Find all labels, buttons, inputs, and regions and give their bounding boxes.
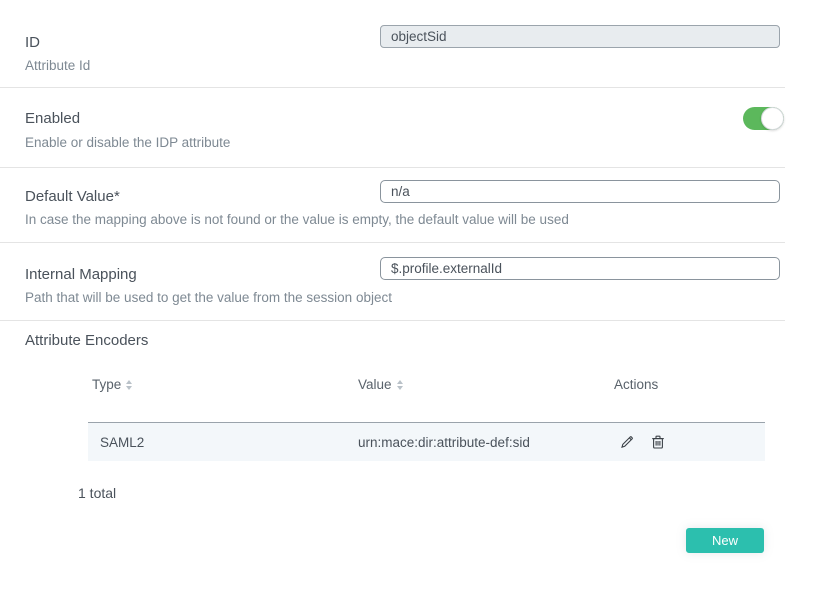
default-value-input[interactable]: [380, 180, 780, 203]
table-row: SAML2 urn:mace:dir:attribute-def:sid: [88, 422, 765, 461]
enabled-field-label: Enabled: [25, 110, 80, 127]
delete-icon[interactable]: [649, 433, 667, 451]
divider: [0, 242, 785, 243]
divider: [0, 87, 785, 88]
edit-icon[interactable]: [618, 433, 636, 451]
total-count: 1 total: [78, 485, 116, 501]
default-value-field-label: Default Value*: [25, 188, 120, 205]
toggle-knob: [761, 107, 784, 130]
column-header-type[interactable]: Type: [92, 377, 132, 392]
id-field-label: ID: [25, 34, 40, 51]
attribute-encoders-heading: Attribute Encoders: [25, 332, 148, 349]
column-header-value[interactable]: Value: [358, 377, 403, 392]
column-header-actions: Actions: [614, 377, 658, 392]
enabled-toggle[interactable]: [743, 107, 784, 130]
column-header-value-label: Value: [358, 377, 392, 392]
sort-icon: [397, 380, 403, 390]
column-header-type-label: Type: [92, 377, 121, 392]
internal-mapping-field-help: Path that will be used to get the value …: [25, 290, 392, 305]
column-header-actions-label: Actions: [614, 377, 658, 392]
new-button[interactable]: New: [686, 528, 764, 553]
sort-icon: [126, 380, 132, 390]
default-value-field-help: In case the mapping above is not found o…: [25, 212, 569, 227]
encoder-value-cell: urn:mace:dir:attribute-def:sid: [358, 435, 530, 450]
internal-mapping-field-label: Internal Mapping: [25, 266, 137, 283]
encoder-type-cell: SAML2: [100, 435, 144, 450]
id-field-help: Attribute Id: [25, 58, 90, 73]
divider: [0, 320, 785, 321]
idp-attribute-form: ID Attribute Id Enabled Enable or disabl…: [0, 0, 830, 615]
divider: [0, 167, 785, 168]
id-input[interactable]: [380, 25, 780, 48]
enabled-field-help: Enable or disable the IDP attribute: [25, 135, 230, 150]
internal-mapping-input[interactable]: [380, 257, 780, 280]
